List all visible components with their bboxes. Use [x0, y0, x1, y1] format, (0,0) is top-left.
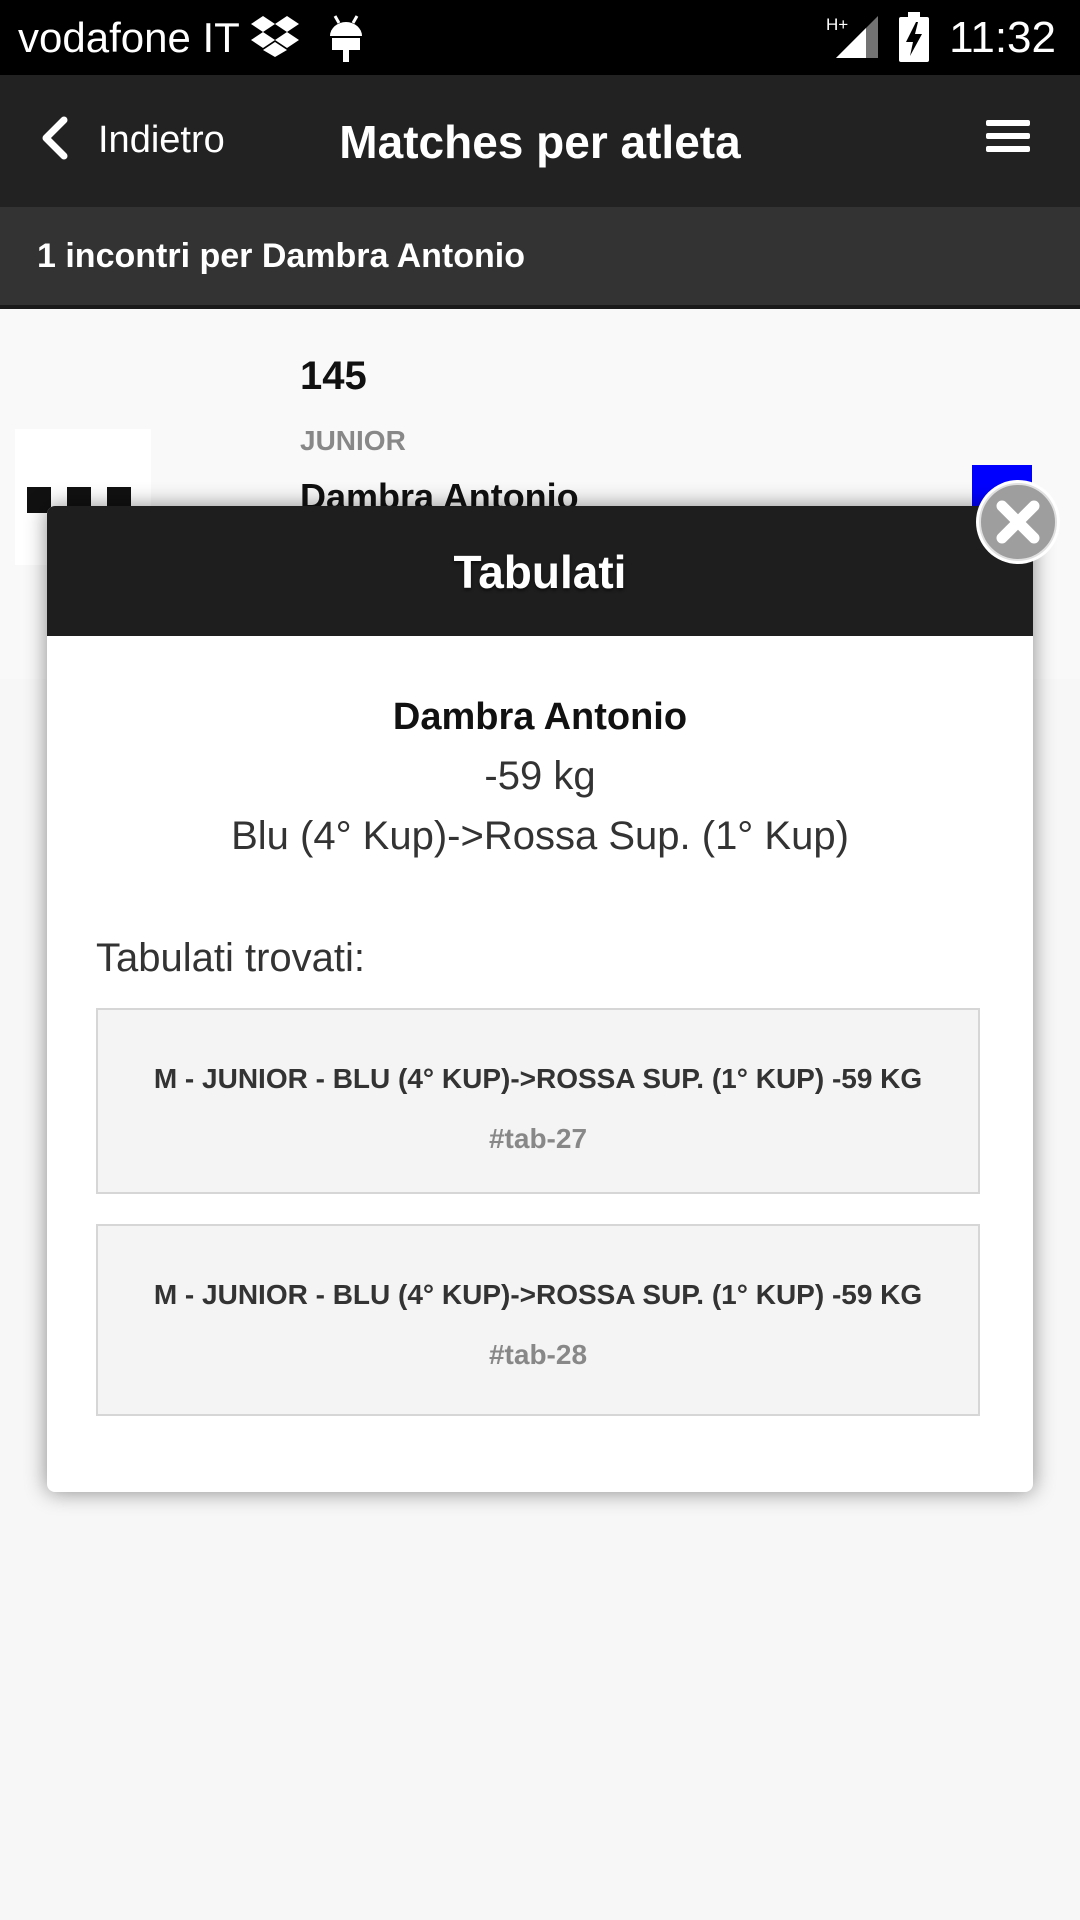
- tabulati-dialog: Tabulati Dambra Antonio -59 kg Blu (4° K…: [47, 506, 1033, 1492]
- results-count-bar: 1 incontri per Dambra Antonio: [0, 207, 1080, 309]
- results-count-text: 1 incontri per Dambra Antonio: [37, 237, 526, 275]
- found-label: Tabulati trovati:: [96, 936, 366, 980]
- tab-card-id: #tab-27: [488, 1123, 588, 1154]
- dialog-title: Tabulati: [453, 546, 627, 598]
- carrier-name: vodafone IT: [18, 14, 240, 61]
- status-bar: vodafone IT H+ 11:32: [0, 0, 1080, 75]
- tab-card[interactable]: M - JUNIOR - BLU (4° KUP)->ROSSA SUP. (1…: [96, 1224, 980, 1416]
- match-category: JUNIOR: [300, 425, 406, 456]
- dialog-weight: -59 kg: [484, 754, 596, 798]
- dialog-belt: Blu (4° Kup)->Rossa Sup. (1° Kup): [231, 814, 849, 858]
- match-number: 145: [300, 354, 367, 398]
- tab-card-title: M - JUNIOR - BLU (4° KUP)->ROSSA SUP. (1…: [153, 1279, 923, 1310]
- svg-text:H+: H+: [826, 15, 848, 34]
- signal-icon: H+: [826, 14, 880, 65]
- tab-card-id: #tab-28: [488, 1339, 588, 1370]
- app-header: Indietro Matches per atleta: [0, 75, 1080, 207]
- clock: 11:32: [949, 13, 1056, 62]
- hamburger-menu-icon[interactable]: [986, 117, 1030, 160]
- close-icon[interactable]: [974, 478, 1062, 566]
- dialog-header: Tabulati: [47, 506, 1033, 636]
- battery-charging-icon: [898, 12, 930, 67]
- page-title: Matches per atleta: [339, 116, 741, 168]
- dropbox-icon: [250, 14, 300, 63]
- tab-card[interactable]: M - JUNIOR - BLU (4° KUP)->ROSSA SUP. (1…: [96, 1008, 980, 1194]
- tab-card-title: M - JUNIOR - BLU (4° KUP)->ROSSA SUP. (1…: [153, 1063, 923, 1094]
- android-icon: [326, 14, 366, 67]
- dialog-athlete-name: Dambra Antonio: [392, 696, 688, 738]
